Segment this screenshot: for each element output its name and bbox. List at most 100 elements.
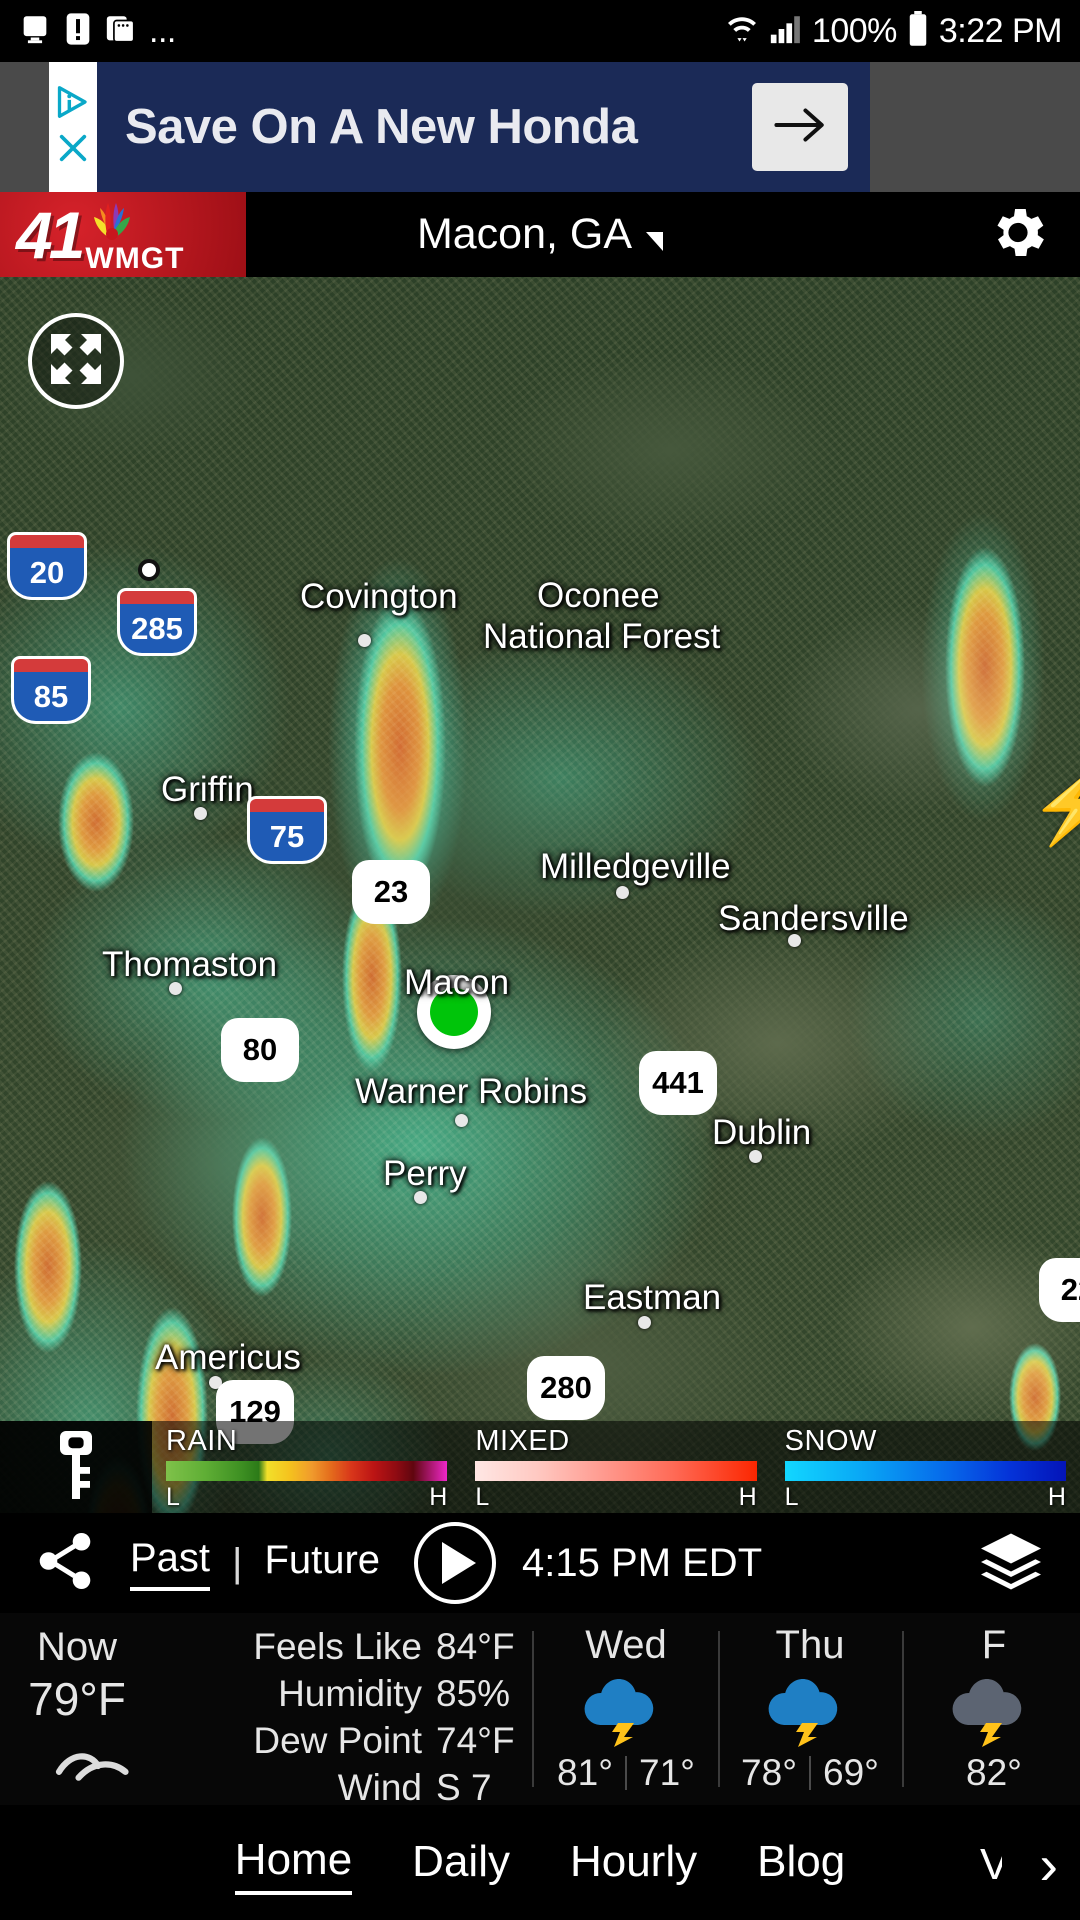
map-label-covington: Covington [300,577,458,616]
ad-headline: Save On A New Honda [125,100,638,154]
condition-label: Dew Point [253,1720,422,1761]
nav-item-daily[interactable]: Daily [412,1837,510,1893]
legend-group-rain: RAIN L H [152,1421,461,1513]
map-label-national-forest: National Forest [483,617,721,656]
now-temperature: 79°F [28,1673,126,1725]
thunderstorm-icon [534,1672,718,1748]
forecast-temps: 81° 71° [534,1752,718,1794]
battery-percent: 100% [811,11,897,50]
wind-icon [51,1744,137,1789]
alert-icon [63,12,93,51]
interstate-shield-85: 85 [14,659,88,721]
app-header: 41 WMGT Macon, GA [0,192,1080,277]
thunderstorm-icon [902,1672,1080,1748]
location-selector[interactable]: Macon, GA [0,210,1080,259]
forecast-day-thu[interactable]: Thu 78° 69° [718,1613,902,1805]
past-future-toggle: Past | Future [130,1536,380,1591]
past-future-separator: | [232,1540,243,1585]
map-label-milledgeville: Milledgeville [540,847,731,886]
condition-row: Humidity [154,1670,422,1717]
adchoices-container[interactable] [49,62,97,192]
map-label-macon: Macon [404,963,510,1002]
current-conditions[interactable]: Now 79°F [0,1613,154,1805]
map-label-warner-robins: Warner Robins [355,1072,588,1111]
layers-button[interactable] [978,1531,1044,1596]
play-icon [442,1542,477,1584]
forecast-day-name: F [981,1623,1007,1667]
nav-item-hourly[interactable]: Hourly [570,1837,697,1893]
condition-row: Feels Like [154,1623,422,1670]
temp-divider [809,1756,811,1790]
now-label: Now [36,1625,118,1669]
condition-label: Feels Like [253,1626,422,1667]
city-dot [788,934,801,947]
city-dot [194,807,207,820]
forecast-day-wed[interactable]: Wed 81° 71° [534,1613,718,1805]
legend-group-mixed: MIXED L H [461,1421,770,1513]
condition-value: 84°F [436,1626,515,1667]
adchoices-icon[interactable] [55,84,91,125]
tab-future[interactable]: Future [264,1538,380,1589]
forecast-day-name: Thu [775,1623,845,1667]
fullscreen-expand-button[interactable] [28,313,124,409]
ad-cta-button[interactable] [752,83,848,171]
arrow-right-icon [771,103,829,152]
ad-banner-container: Save On A New Honda [0,62,1080,192]
close-icon[interactable] [56,131,90,170]
lightning-bolt-icon: ⚡ [1028,764,1080,847]
share-button[interactable] [0,1528,130,1599]
condition-value: 85% [436,1673,511,1714]
legend-key-button[interactable] [0,1421,152,1513]
chevron-right-icon[interactable]: › [1039,1837,1058,1893]
tab-past[interactable]: Past [130,1536,211,1591]
map-label-sandersville: Sandersville [718,899,909,938]
legend-colorbar-mixed [475,1461,757,1481]
condition-label: Humidity [278,1673,422,1714]
legend-group-snow: SNOW L H [771,1421,1080,1513]
interstate-shield-75: 75 [250,799,324,861]
nav-item-blog[interactable]: Blog [757,1837,845,1893]
map-key-icon [54,1429,98,1506]
dropdown-caret-icon [646,232,664,251]
legend-low-mixed: L [475,1483,490,1511]
wifi-icon [726,12,758,51]
temp-divider [625,1756,627,1790]
us-route-shield-23: 23 [355,863,427,921]
forecast-high: 81° [557,1752,613,1793]
nav-item-partial[interactable]: V [980,1840,1002,1890]
city-dot [209,1376,222,1389]
forecast-high: 78° [741,1752,797,1793]
legend-low-snow: L [784,1483,799,1511]
condition-value: 74°F [436,1720,515,1761]
more-icon: ... [149,11,176,50]
play-button[interactable] [414,1522,497,1604]
forecast-strip[interactable]: Wed 81° 71° Thu 78° 69° F 82° [534,1613,1080,1805]
legend-scale-snow: L H [785,1483,1066,1512]
location-label: Macon, GA [416,210,633,258]
map-label-eastman: Eastman [583,1278,722,1317]
apps-icon [104,12,138,51]
nav-item-home[interactable]: Home [234,1835,353,1895]
forecast-day-fri[interactable]: F 82° [902,1613,1080,1805]
cell-signal-icon [768,12,802,51]
city-dot [414,1191,427,1204]
battery-icon [907,10,929,52]
legend-title-mixed: MIXED [475,1425,570,1457]
radar-map[interactable]: ⚡ Covington Oconee National Forest Griff… [0,277,1080,1513]
layers-icon [978,1533,1044,1595]
ad-banner[interactable]: Save On A New Honda [49,62,870,192]
us-route-shield-441: 441 [642,1054,714,1112]
share-icon [32,1528,98,1599]
forecast-temps: 82° [902,1752,1080,1794]
map-label-oconee: Oconee [537,576,660,615]
settings-button[interactable] [986,200,1050,269]
city-dot [455,1114,468,1127]
legend-high-rain: H [429,1483,448,1511]
legend-low-rain: L [166,1483,180,1511]
interstate-shield-20: 20 [10,535,84,597]
monitor-icon [18,12,52,51]
us-route-shield-22: 22 [1042,1261,1080,1319]
radar-legend: RAIN L H MIXED L H SNOW L H [0,1421,1080,1513]
map-point-marker [138,559,160,581]
thunderstorm-icon [718,1672,902,1748]
